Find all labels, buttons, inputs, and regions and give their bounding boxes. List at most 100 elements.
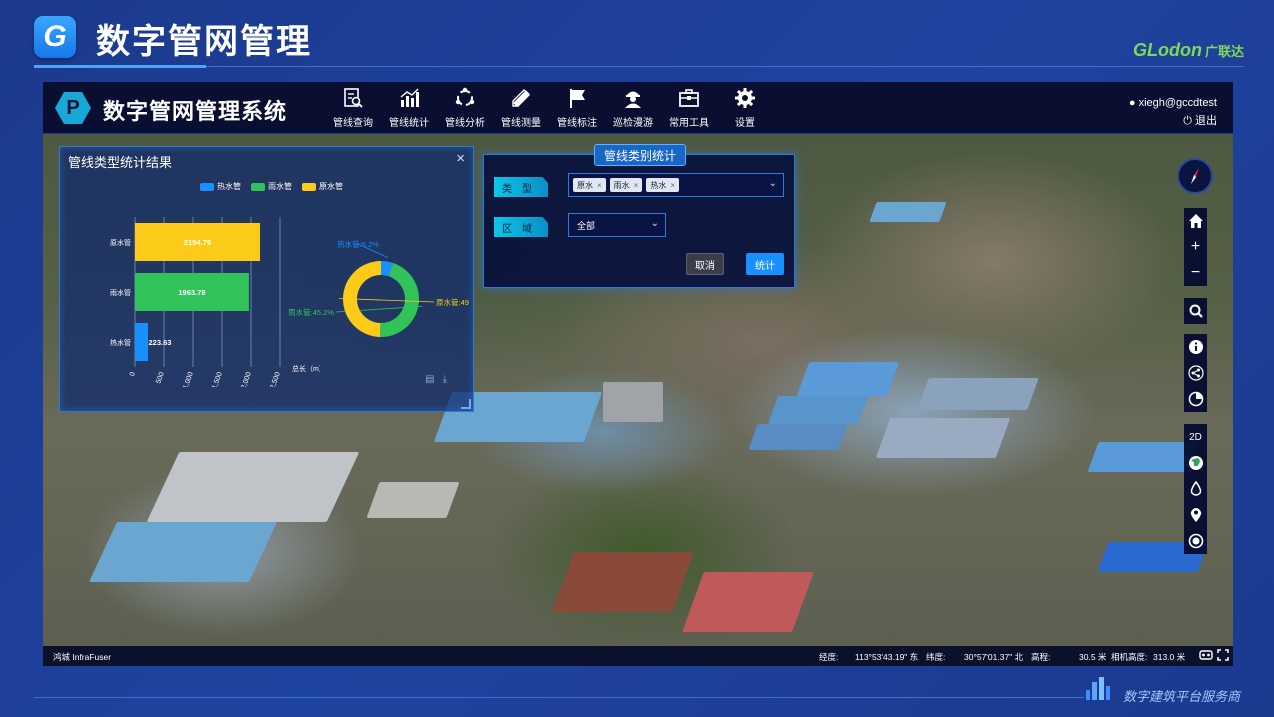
bar-value-label: 1963.78 — [178, 288, 205, 297]
map-building — [917, 378, 1039, 410]
bar — [135, 323, 148, 361]
tag-remove-icon[interactable]: × — [597, 181, 602, 190]
camera-height-label: 相机高度: — [1111, 652, 1148, 662]
nav-inspection-roam[interactable]: 巡检漫游 — [605, 86, 661, 130]
nav-settings[interactable]: 设置 — [717, 86, 773, 130]
title-underline — [34, 66, 1244, 67]
top-nav-bar: P 数字管网管理系统 管线查询 管线统计 管线分析 管线测量 管线标注 巡检漫游… — [43, 82, 1233, 134]
download-icon[interactable]: ⤓ — [443, 374, 447, 385]
nav-label: 巡检漫游 — [613, 118, 653, 129]
fullscreen-icon[interactable] — [1217, 649, 1229, 663]
x-tick-label: 2,500 — [269, 371, 282, 387]
type-tag: 原水 × — [573, 178, 606, 192]
nav-pipeline-measure[interactable]: 管线测量 — [493, 86, 549, 130]
globe-icon[interactable] — [1184, 450, 1207, 476]
nav-label: 管线统计 — [389, 118, 429, 129]
region-select[interactable]: 全部 ⌄ — [568, 213, 666, 237]
map-building — [869, 202, 947, 222]
pie-chart-icon[interactable] — [1184, 386, 1207, 412]
legend-label: 热水管 — [217, 182, 241, 191]
status-bar: 鸿城 InfraFuser 经度: 113°53'43.19" 东 纬度: 30… — [43, 646, 1233, 666]
nav-pipeline-query[interactable]: 管线查询 — [325, 86, 381, 130]
nav-label: 管线测量 — [501, 118, 541, 129]
type-label: 类型 — [494, 177, 548, 197]
camera-height-value: 313.0 米 — [1153, 652, 1186, 662]
user-account[interactable]: ● xiegh@gccdtest — [1129, 94, 1217, 112]
donut-chart: 热水管:5.2% 雨水管:45.2% 原水管:49 — [288, 239, 469, 337]
share-icon[interactable] — [1184, 360, 1207, 386]
x-axis-label: 总长（m） — [292, 364, 320, 373]
nav-pipeline-stats[interactable]: 管线统计 — [381, 86, 437, 130]
zoom-out-icon[interactable]: − — [1184, 260, 1207, 286]
title-underline-accent — [34, 65, 206, 68]
slide-title: 数字管网管理 — [96, 23, 312, 61]
vr-icon[interactable] — [1199, 649, 1213, 663]
logout-button[interactable]: ⏻ 退出 — [1129, 112, 1217, 130]
compass-icon[interactable] — [1177, 158, 1213, 194]
cancel-button[interactable]: 取消 — [686, 253, 724, 275]
home-icon[interactable] — [1184, 208, 1207, 234]
nav-label: 设置 — [735, 118, 755, 129]
search-icon[interactable] — [1184, 298, 1207, 324]
water-drop-icon[interactable] — [1184, 476, 1207, 502]
resize-handle[interactable] — [461, 399, 471, 409]
type-multiselect[interactable]: 原水 × 雨水 × 热水 × ⌄ — [568, 173, 784, 197]
close-icon[interactable]: × — [456, 150, 465, 167]
logout-label: 退出 — [1195, 115, 1217, 127]
map-building — [552, 552, 694, 612]
longitude-label: 经度: — [819, 652, 839, 662]
nav-pipeline-analysis[interactable]: 管线分析 — [437, 86, 493, 130]
bar-chart-icon — [397, 86, 421, 110]
x-tick-label: 500 — [155, 371, 166, 384]
gear-icon — [733, 86, 757, 110]
map-building — [1087, 442, 1199, 472]
legend-item[interactable]: 雨水管 — [251, 181, 292, 192]
info-icon[interactable] — [1184, 334, 1207, 360]
location-pin-icon[interactable] — [1184, 502, 1207, 528]
slice-label: 雨水管:45.2% — [288, 307, 334, 317]
longitude-value: 113°53'43.19" 东 — [855, 652, 919, 662]
region-value: 全部 — [577, 220, 596, 231]
y-category-label: 雨水管 — [110, 288, 131, 297]
chart-legend: 热水管 雨水管 原水管 — [200, 181, 353, 192]
nav-label: 管线查询 — [333, 118, 373, 129]
nav-label: 常用工具 — [669, 118, 709, 129]
y-category-label: 原水管 — [110, 238, 131, 247]
map-building — [366, 482, 460, 518]
map-building — [603, 382, 663, 422]
stats-button[interactable]: 统计 — [746, 253, 784, 275]
map-building — [796, 362, 900, 396]
legend-label: 原水管 — [319, 182, 343, 191]
x-tick-label: 1,500 — [211, 371, 224, 387]
tag-remove-icon[interactable]: × — [670, 181, 675, 190]
chevron-down-icon: ⌄ — [650, 218, 659, 229]
tag-label: 原水 — [577, 180, 593, 190]
map-building — [89, 522, 277, 582]
zoom-in-icon[interactable]: + — [1184, 234, 1207, 260]
bar-value-label: 223.63 — [148, 338, 171, 347]
tag-remove-icon[interactable]: × — [634, 181, 639, 190]
panel-title: 管线类型统计结果 — [68, 155, 173, 170]
nav-pipeline-annotate[interactable]: 管线标注 — [549, 86, 605, 130]
x-tick-label: 0 — [129, 371, 137, 377]
brand-logo: GLodon 广联达 — [1133, 40, 1244, 61]
y-category-label: 热水管 — [110, 338, 131, 347]
mode-2d-button[interactable]: 2D — [1184, 424, 1207, 450]
target-icon[interactable] — [1184, 528, 1207, 554]
bar-chart: 0 500 1,000 1,500 2,000 2,500 原水管 2154.79 雨水管 196… — [110, 217, 320, 387]
user-area: ● xiegh@gccdtest ⏻ 退出 — [1129, 94, 1217, 130]
altitude-value: 30.5 米 — [1079, 652, 1107, 662]
user-icon: ● — [1128, 97, 1136, 109]
x-tick-label: 2,000 — [240, 371, 253, 387]
nav-common-tools[interactable]: 常用工具 — [661, 86, 717, 130]
slide-header: G 数字管网管理 GLodon 广联达 — [0, 0, 1274, 70]
slice-label: 原水管:49 — [436, 297, 469, 307]
document-icon[interactable]: ▤ — [425, 374, 434, 385]
user-name: xiegh@gccdtest — [1138, 97, 1217, 109]
latitude-value: 30°57'01.37" 北 — [964, 652, 1024, 662]
power-icon: ⏻ — [1183, 115, 1192, 127]
legend-item[interactable]: 原水管 — [302, 181, 343, 192]
glodon-logo: G — [34, 16, 76, 58]
legend-item[interactable]: 热水管 — [200, 181, 241, 192]
type-tag: 雨水 × — [609, 178, 643, 192]
